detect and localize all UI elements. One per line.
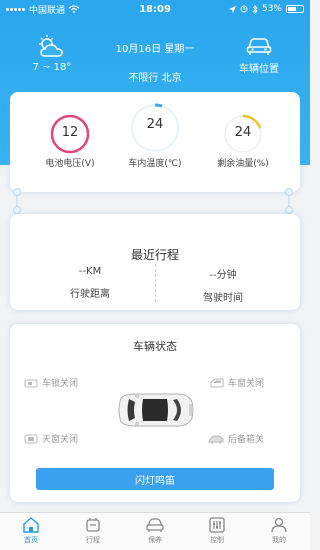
cabin-temperature-gauge: 24 车内温度(℃) xyxy=(117,102,193,169)
car-trunk-icon xyxy=(208,435,224,444)
car-window-icon xyxy=(210,378,224,387)
home-icon xyxy=(23,517,39,533)
trip-divider xyxy=(155,264,156,302)
cabin-temperature-label: 车内温度(℃) xyxy=(128,159,182,169)
maintenance-icon xyxy=(146,518,164,532)
battery-voltage-gauge: 12 电池电压(V) xyxy=(38,114,102,169)
connector-dot xyxy=(13,188,21,196)
trip-duration-label: 驾驶时间 xyxy=(203,293,243,304)
car-position-button[interactable]: 车辆位置 xyxy=(232,36,286,75)
trip-icon xyxy=(86,518,100,532)
date-label: 10月16日 星期一 xyxy=(115,44,195,55)
trip-duration: --分钟 驾驶时间 xyxy=(173,266,273,304)
vehicle-state-card: 车辆状态 车锁关闭 车窗关闭 天窗关闭 后备箱关 闪灯鸣笛 xyxy=(10,324,300,502)
car-lock-icon xyxy=(24,379,38,387)
trunk-status-label: 后备箱关 xyxy=(228,435,265,445)
trip-distance: --KM 行驶距离 xyxy=(40,266,140,300)
connector-dot xyxy=(285,188,293,196)
bluetooth-icon xyxy=(252,4,258,14)
partly-cloudy-icon xyxy=(39,35,63,57)
recent-trip-card[interactable]: 最近行程 --KM 行驶距离 --分钟 驾驶时间 xyxy=(10,214,300,310)
date-info: 10月16日 星期一 不限行 北京 xyxy=(100,40,210,84)
carrier-label: 中国联通 xyxy=(29,5,66,16)
tab-maintenance[interactable]: 保养 xyxy=(124,513,186,550)
wifi-icon xyxy=(69,5,80,13)
tab-control[interactable]: 控制 xyxy=(186,513,248,550)
profile-icon xyxy=(271,517,287,533)
cabin-temperature-value: 24 xyxy=(146,117,164,132)
sunroof-icon xyxy=(24,434,38,443)
sunroof-status: 天窗关闭 xyxy=(24,432,78,445)
tab-profile-label: 我的 xyxy=(272,536,286,544)
connector-dot xyxy=(13,206,21,214)
tab-home[interactable]: 首页 xyxy=(0,513,62,550)
window-status: 车窗关闭 xyxy=(210,376,264,389)
car-position-label: 车辆位置 xyxy=(239,64,279,75)
tab-trip[interactable]: 行程 xyxy=(62,513,124,550)
tab-home-label: 首页 xyxy=(24,536,38,544)
tab-profile[interactable]: 我的 xyxy=(248,513,310,550)
trip-duration-value: --分钟 xyxy=(209,270,237,281)
connector-dot xyxy=(285,206,293,214)
fuel-level-gauge: 24 剩余油量(%) xyxy=(208,114,278,169)
lock-status-label: 车锁关闭 xyxy=(42,379,79,389)
window-status-label: 车窗关闭 xyxy=(228,379,265,389)
battery-icon xyxy=(286,5,304,13)
gauge-card: 12 电池电压(V) 24 车内温度(℃) 24 剩余油量(%) xyxy=(10,92,300,192)
tab-control-label: 控制 xyxy=(210,536,224,544)
temperature-range: 7 ~ 18° xyxy=(32,62,72,73)
weather-widget: 7 ~ 18° xyxy=(30,34,74,73)
signal-icon xyxy=(6,7,25,11)
vehicle-state-title: 车辆状态 xyxy=(133,340,177,353)
sunroof-status-label: 天窗关闭 xyxy=(42,435,79,445)
restriction-label: 不限行 北京 xyxy=(128,73,182,84)
alarm-icon xyxy=(240,5,248,13)
control-icon xyxy=(209,517,225,533)
trip-distance-label: 行驶距离 xyxy=(70,289,110,300)
lock-status: 车锁关闭 xyxy=(24,376,78,389)
location-arrow-icon xyxy=(228,5,236,13)
recent-trip-title: 最近行程 xyxy=(130,248,179,262)
trip-distance-value: --KM xyxy=(78,266,102,277)
flash-horn-button[interactable]: 闪灯鸣笛 xyxy=(36,468,274,490)
status-time: 18:09 xyxy=(139,3,171,15)
trunk-status: 后备箱关 xyxy=(208,432,264,445)
tab-bar: 首页 行程 保养 控制 我的 xyxy=(0,512,310,550)
battery-voltage-label: 电池电压(V) xyxy=(45,159,95,169)
battery-percent: 53% xyxy=(261,4,282,14)
fuel-level-label: 剩余油量(%) xyxy=(217,159,269,169)
battery-voltage-value: 12 xyxy=(61,125,79,140)
tab-trip-label: 行程 xyxy=(86,536,100,544)
status-bar: 中国联通 18:09 53% xyxy=(0,0,310,18)
fuel-level-value: 24 xyxy=(234,125,252,140)
car-top-view-image xyxy=(118,393,194,427)
car-icon xyxy=(246,38,272,55)
tab-maintenance-label: 保养 xyxy=(148,536,162,544)
